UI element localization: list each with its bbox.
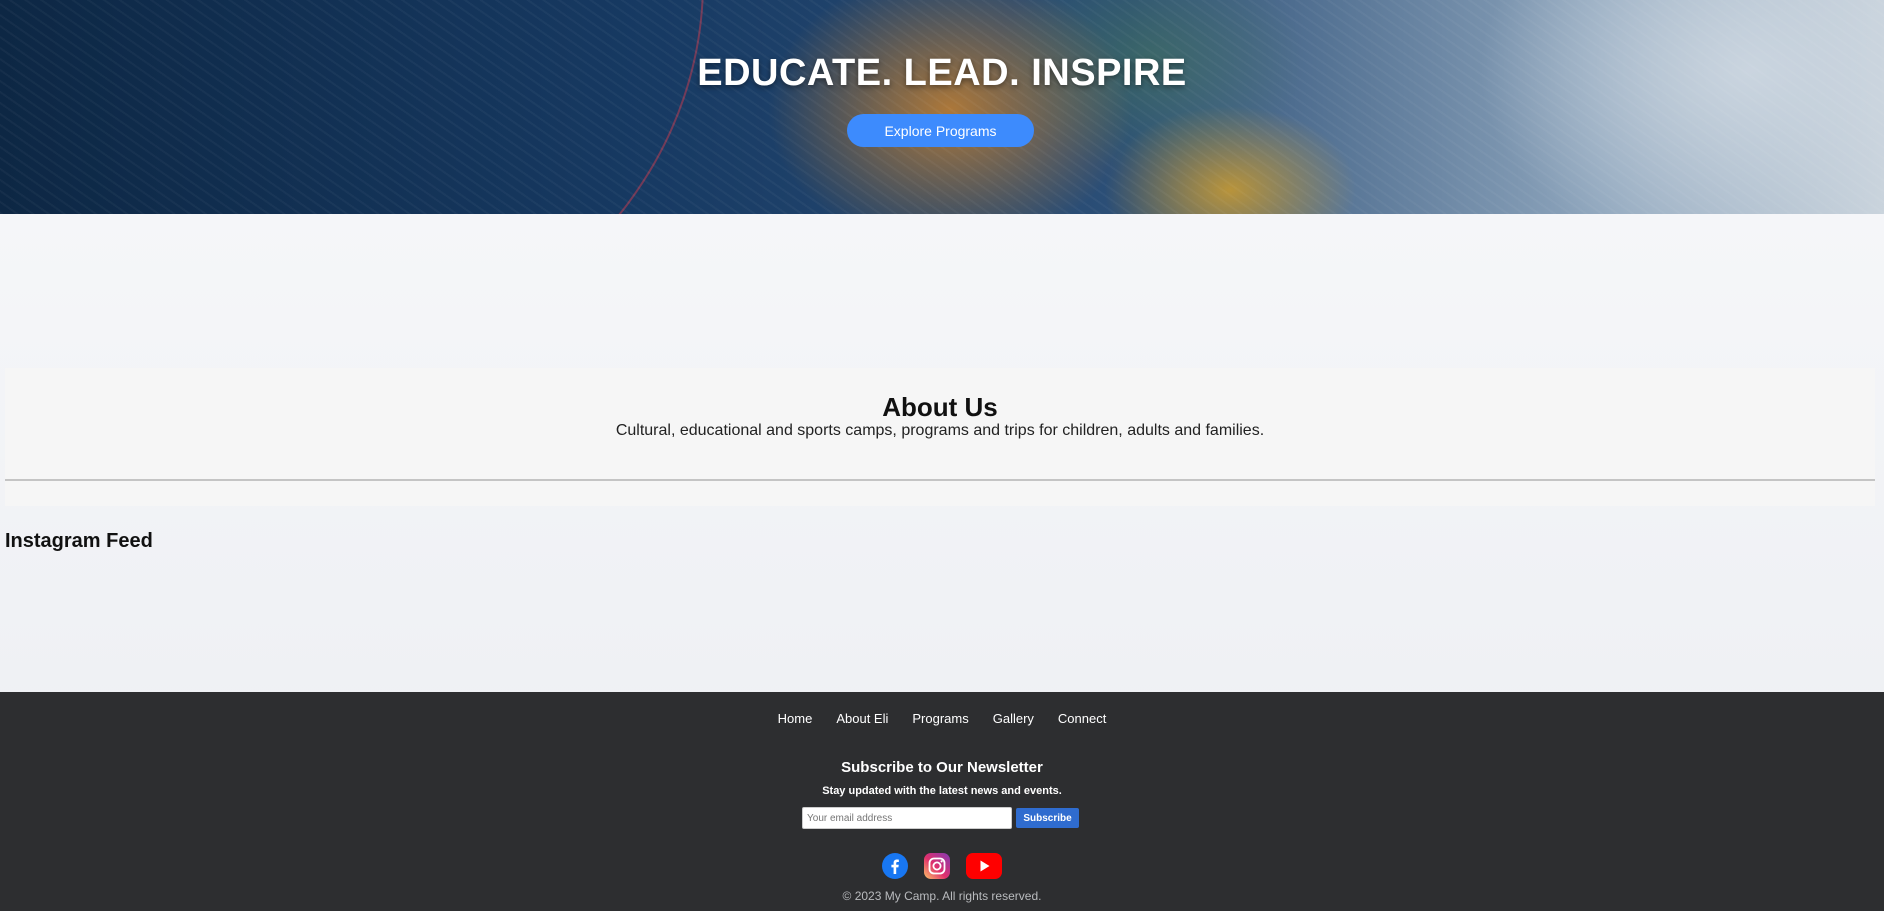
- footer-nav-programs[interactable]: Programs: [912, 711, 968, 726]
- about-section: About Us Cultural, educational and sport…: [5, 368, 1875, 506]
- facebook-icon[interactable]: [882, 853, 908, 879]
- social-links: [0, 853, 1884, 879]
- newsletter-subtitle: Stay updated with the latest news and ev…: [822, 785, 1062, 797]
- instagram-icon[interactable]: [924, 853, 950, 879]
- youtube-icon[interactable]: [966, 853, 1002, 879]
- footer-nav-about[interactable]: About Eli: [836, 711, 888, 726]
- hero-banner: EDUCATE. LEAD. INSPIRE Explore Programs: [0, 0, 1884, 214]
- newsletter-title: Subscribe to Our Newsletter: [841, 759, 1043, 776]
- footer: Home About Eli Programs Gallery Connect …: [0, 692, 1884, 911]
- hero-title: EDUCATE. LEAD. INSPIRE: [697, 52, 1187, 94]
- explore-programs-button[interactable]: Explore Programs: [847, 114, 1034, 147]
- footer-nav: Home About Eli Programs Gallery Connect: [0, 711, 1884, 726]
- footer-nav-gallery[interactable]: Gallery: [993, 711, 1034, 726]
- subscribe-button[interactable]: Subscribe: [1016, 808, 1079, 828]
- section-divider: [5, 479, 1875, 481]
- about-description: Cultural, educational and sports camps, …: [615, 422, 1265, 439]
- footer-nav-connect[interactable]: Connect: [1058, 711, 1106, 726]
- about-title: About Us: [882, 392, 998, 422]
- instagram-feed-title: Instagram Feed: [5, 530, 153, 552]
- copyright-text: © 2023 My Camp. All rights reserved.: [842, 889, 1042, 903]
- newsletter-email-input[interactable]: [802, 807, 1012, 829]
- footer-nav-home[interactable]: Home: [778, 711, 813, 726]
